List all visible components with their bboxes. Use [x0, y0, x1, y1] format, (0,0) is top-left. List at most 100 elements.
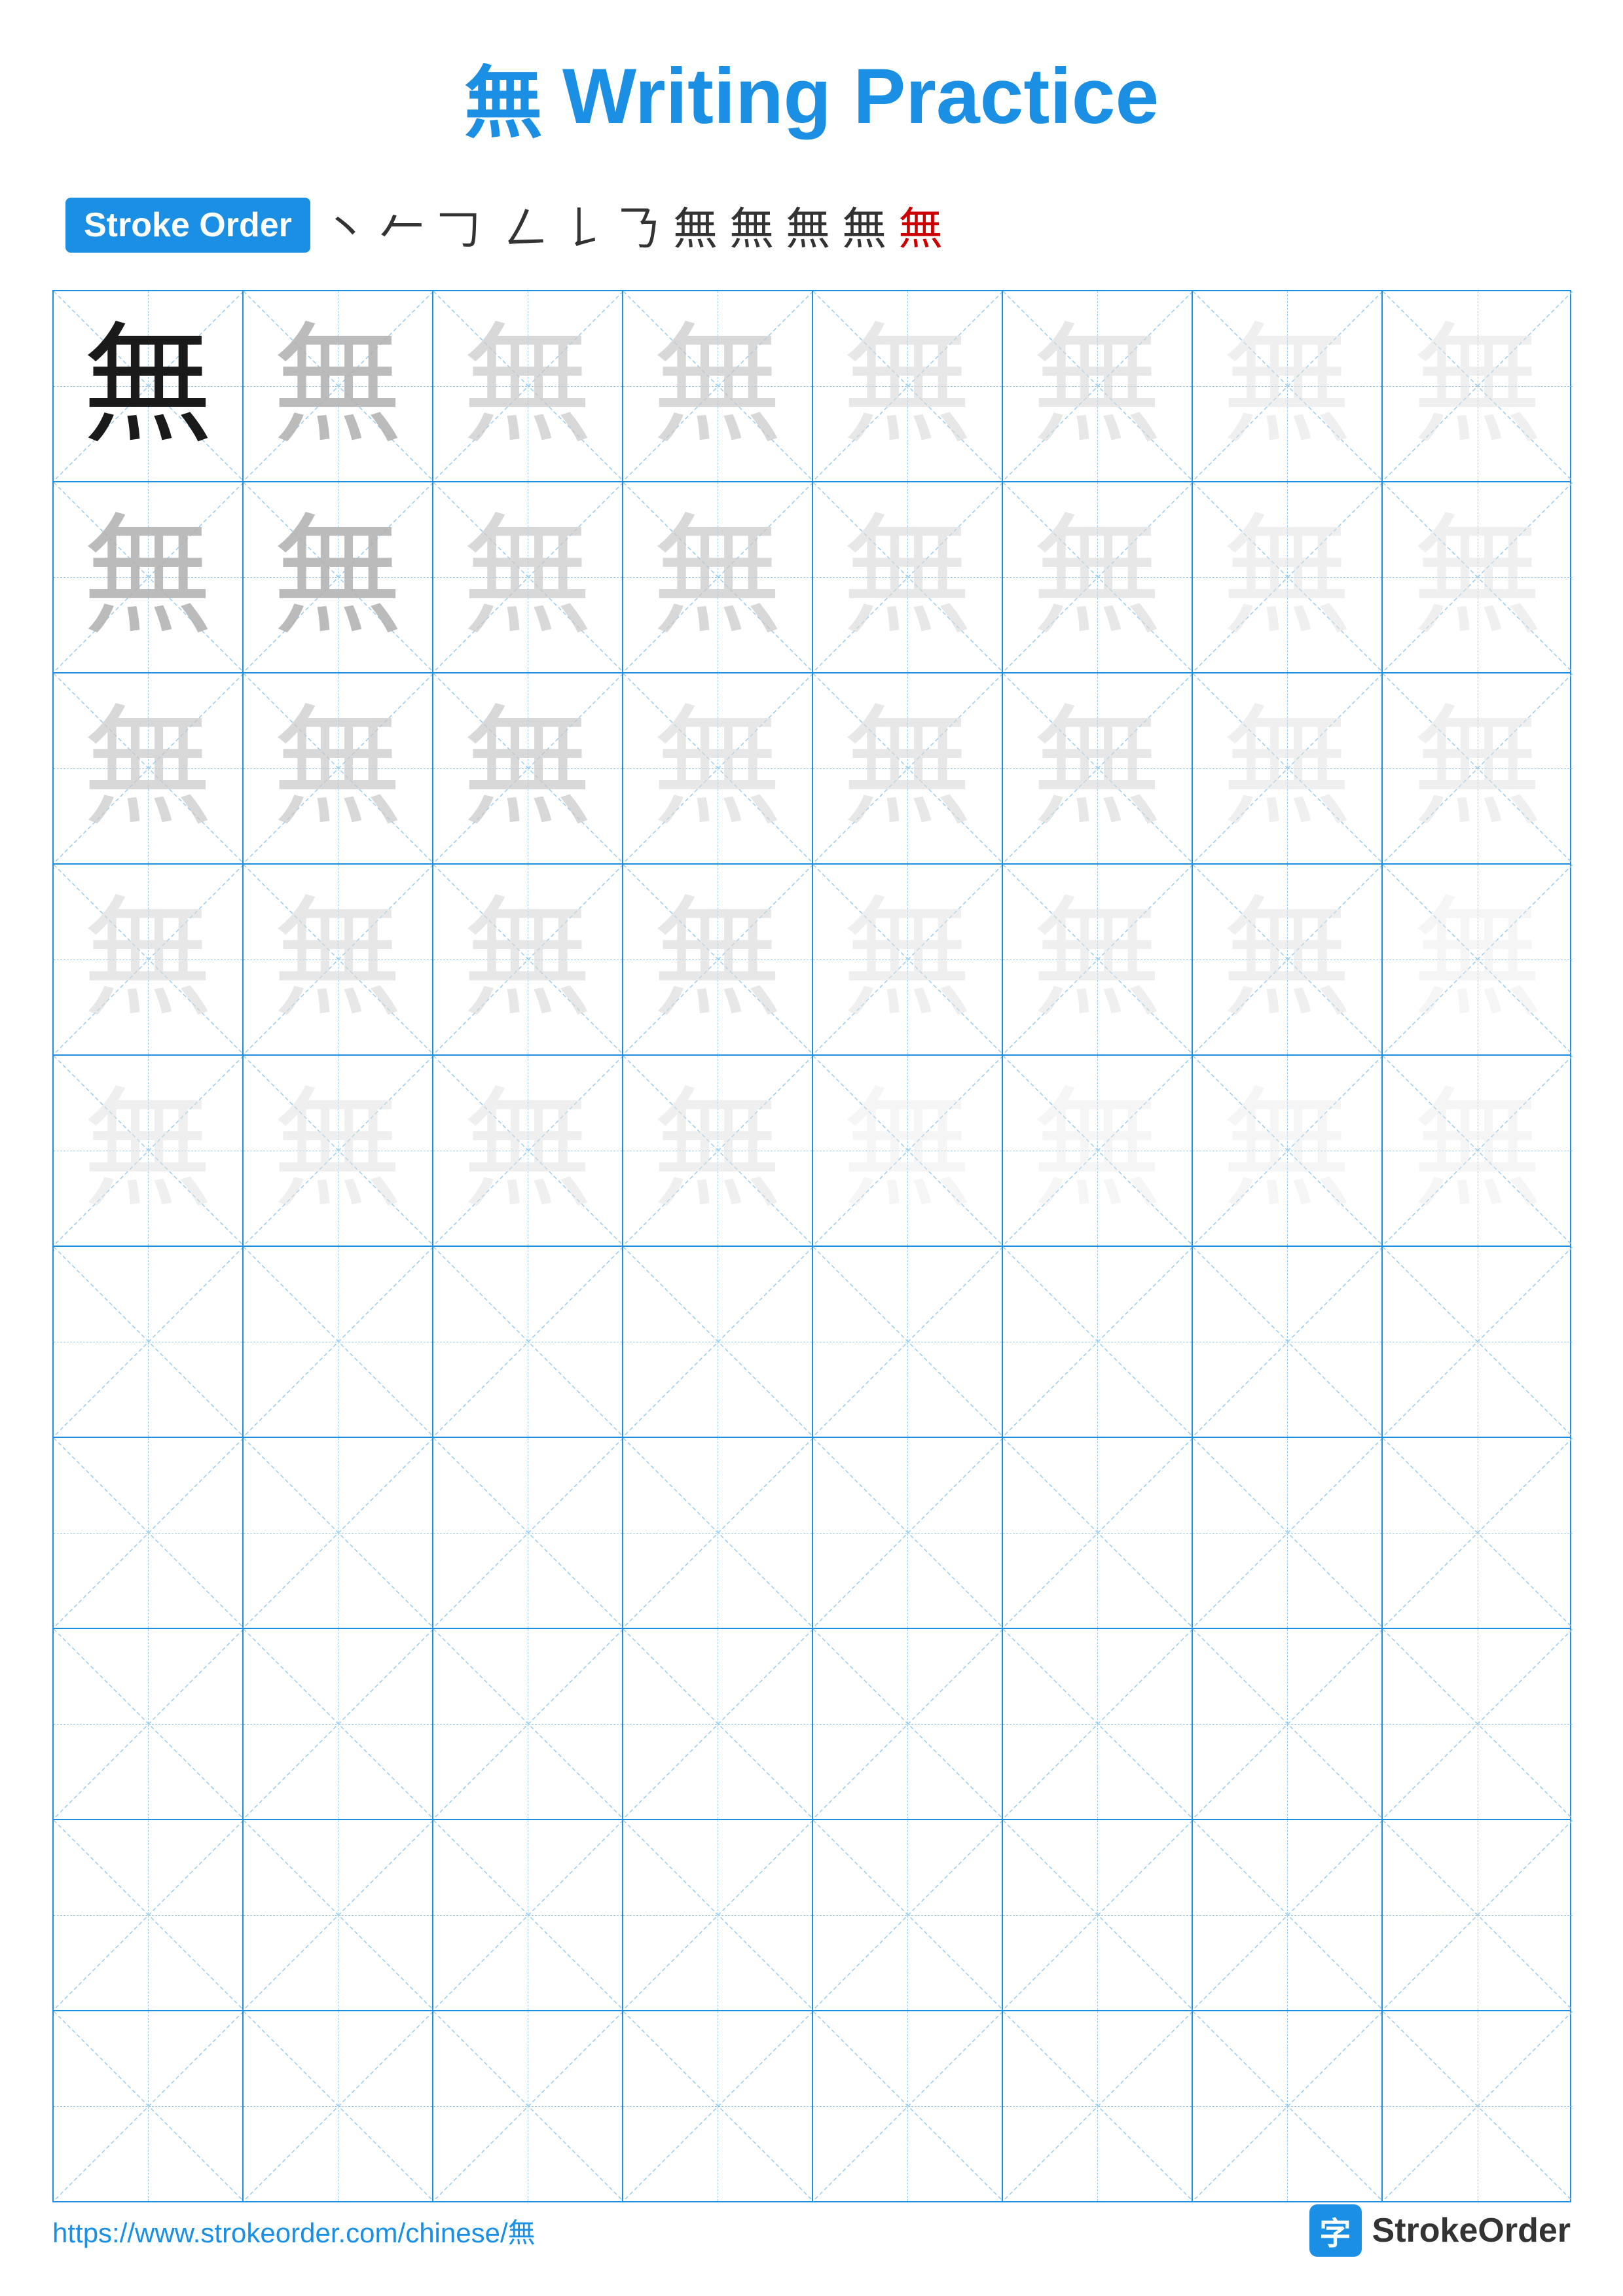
cell-9-5[interactable]: [813, 1820, 1003, 2010]
cell-1-5[interactable]: 無: [813, 291, 1003, 481]
cell-10-5[interactable]: [813, 2011, 1003, 2201]
cell-2-7[interactable]: 無: [1193, 482, 1383, 672]
cell-2-5[interactable]: 無: [813, 482, 1003, 672]
cell-4-2[interactable]: 無: [244, 865, 433, 1054]
cell-5-5[interactable]: 無: [813, 1056, 1003, 1246]
cell-9-1[interactable]: [54, 1820, 244, 2010]
cell-1-6[interactable]: 無: [1003, 291, 1193, 481]
stroke-7: 𠄎: [617, 192, 661, 257]
cell-6-4[interactable]: [623, 1247, 813, 1437]
practice-char: 無: [841, 512, 972, 643]
cell-10-6[interactable]: [1003, 2011, 1193, 2201]
cell-3-2[interactable]: 無: [244, 673, 433, 863]
practice-char: 無: [1412, 1085, 1542, 1216]
cell-5-1[interactable]: 無: [54, 1056, 244, 1246]
practice-char: 無: [82, 512, 213, 643]
cell-10-2[interactable]: [244, 2011, 433, 2201]
cell-6-7[interactable]: [1193, 1247, 1383, 1437]
cell-7-2[interactable]: [244, 1438, 433, 1628]
stroke-1: 丶: [323, 192, 368, 257]
cell-4-5[interactable]: 無: [813, 865, 1003, 1054]
practice-char: 無: [272, 1085, 403, 1216]
cell-2-6[interactable]: 無: [1003, 482, 1193, 672]
cell-6-1[interactable]: [54, 1247, 244, 1437]
cell-5-8[interactable]: 無: [1383, 1056, 1573, 1246]
cell-6-8[interactable]: [1383, 1247, 1573, 1437]
cell-10-3[interactable]: [433, 2011, 623, 2201]
practice-char: 無: [1412, 321, 1542, 452]
cell-8-7[interactable]: [1193, 1629, 1383, 1819]
cell-2-3[interactable]: 無: [433, 482, 623, 672]
cell-1-2[interactable]: 無: [244, 291, 433, 481]
cell-1-8[interactable]: 無: [1383, 291, 1573, 481]
cell-5-6[interactable]: 無: [1003, 1056, 1193, 1246]
practice-char: 無: [462, 1085, 593, 1216]
cell-9-3[interactable]: [433, 1820, 623, 2010]
cell-9-4[interactable]: [623, 1820, 813, 2010]
practice-char: 無: [1221, 321, 1352, 452]
cell-7-1[interactable]: [54, 1438, 244, 1628]
cell-4-7[interactable]: 無: [1193, 865, 1383, 1054]
cell-9-7[interactable]: [1193, 1820, 1383, 2010]
cell-5-7[interactable]: 無: [1193, 1056, 1383, 1246]
cell-4-3[interactable]: 無: [433, 865, 623, 1054]
cell-8-8[interactable]: [1383, 1629, 1573, 1819]
practice-char: 無: [1221, 512, 1352, 643]
cell-5-2[interactable]: 無: [244, 1056, 433, 1246]
cell-2-4[interactable]: 無: [623, 482, 813, 672]
cell-4-1[interactable]: 無: [54, 865, 244, 1054]
cell-4-6[interactable]: 無: [1003, 865, 1193, 1054]
cell-9-8[interactable]: [1383, 1820, 1573, 2010]
cell-4-8[interactable]: 無: [1383, 865, 1573, 1054]
cell-10-1[interactable]: [54, 2011, 244, 2201]
cell-3-7[interactable]: 無: [1193, 673, 1383, 863]
cell-8-1[interactable]: [54, 1629, 244, 1819]
practice-char: 無: [462, 512, 593, 643]
cell-10-4[interactable]: [623, 2011, 813, 2201]
practice-char: 無: [651, 321, 782, 452]
cell-7-7[interactable]: [1193, 1438, 1383, 1628]
cell-8-3[interactable]: [433, 1629, 623, 1819]
practice-char: 無: [82, 703, 213, 834]
cell-3-6[interactable]: 無: [1003, 673, 1193, 863]
cell-1-4[interactable]: 無: [623, 291, 813, 481]
cell-3-8[interactable]: 無: [1383, 673, 1573, 863]
cell-3-5[interactable]: 無: [813, 673, 1003, 863]
cell-2-2[interactable]: 無: [244, 482, 433, 672]
cell-8-2[interactable]: [244, 1629, 433, 1819]
cell-3-4[interactable]: 無: [623, 673, 813, 863]
cell-6-6[interactable]: [1003, 1247, 1193, 1437]
cell-8-6[interactable]: [1003, 1629, 1193, 1819]
cell-1-3[interactable]: 無: [433, 291, 623, 481]
cell-4-4[interactable]: 無: [623, 865, 813, 1054]
cell-1-7[interactable]: 無: [1193, 291, 1383, 481]
cell-8-4[interactable]: [623, 1629, 813, 1819]
cell-5-3[interactable]: 無: [433, 1056, 623, 1246]
cell-10-8[interactable]: [1383, 2011, 1573, 2201]
cell-7-4[interactable]: [623, 1438, 813, 1628]
cell-2-8[interactable]: 無: [1383, 482, 1573, 672]
title-text: Writing Practice: [562, 51, 1159, 141]
stroke-5: 𠃋: [504, 192, 549, 257]
practice-char: 無: [651, 1085, 782, 1216]
cell-1-1[interactable]: 無: [54, 291, 244, 481]
cell-2-1[interactable]: 無: [54, 482, 244, 672]
stroke-9: 無: [729, 192, 774, 257]
cell-7-8[interactable]: [1383, 1438, 1573, 1628]
stroke-11: 無: [842, 192, 886, 257]
cell-8-5[interactable]: [813, 1629, 1003, 1819]
cell-5-4[interactable]: 無: [623, 1056, 813, 1246]
cell-7-5[interactable]: [813, 1438, 1003, 1628]
cell-9-2[interactable]: [244, 1820, 433, 2010]
cell-6-3[interactable]: [433, 1247, 623, 1437]
cell-7-3[interactable]: [433, 1438, 623, 1628]
cell-3-1[interactable]: 無: [54, 673, 244, 863]
cell-10-7[interactable]: [1193, 2011, 1383, 2201]
cell-7-6[interactable]: [1003, 1438, 1193, 1628]
cell-3-3[interactable]: 無: [433, 673, 623, 863]
practice-char: 無: [1031, 1085, 1162, 1216]
cell-6-5[interactable]: [813, 1247, 1003, 1437]
footer: https://www.strokeorder.com/chinese/無 字 …: [52, 2204, 1571, 2257]
cell-9-6[interactable]: [1003, 1820, 1193, 2010]
cell-6-2[interactable]: [244, 1247, 433, 1437]
